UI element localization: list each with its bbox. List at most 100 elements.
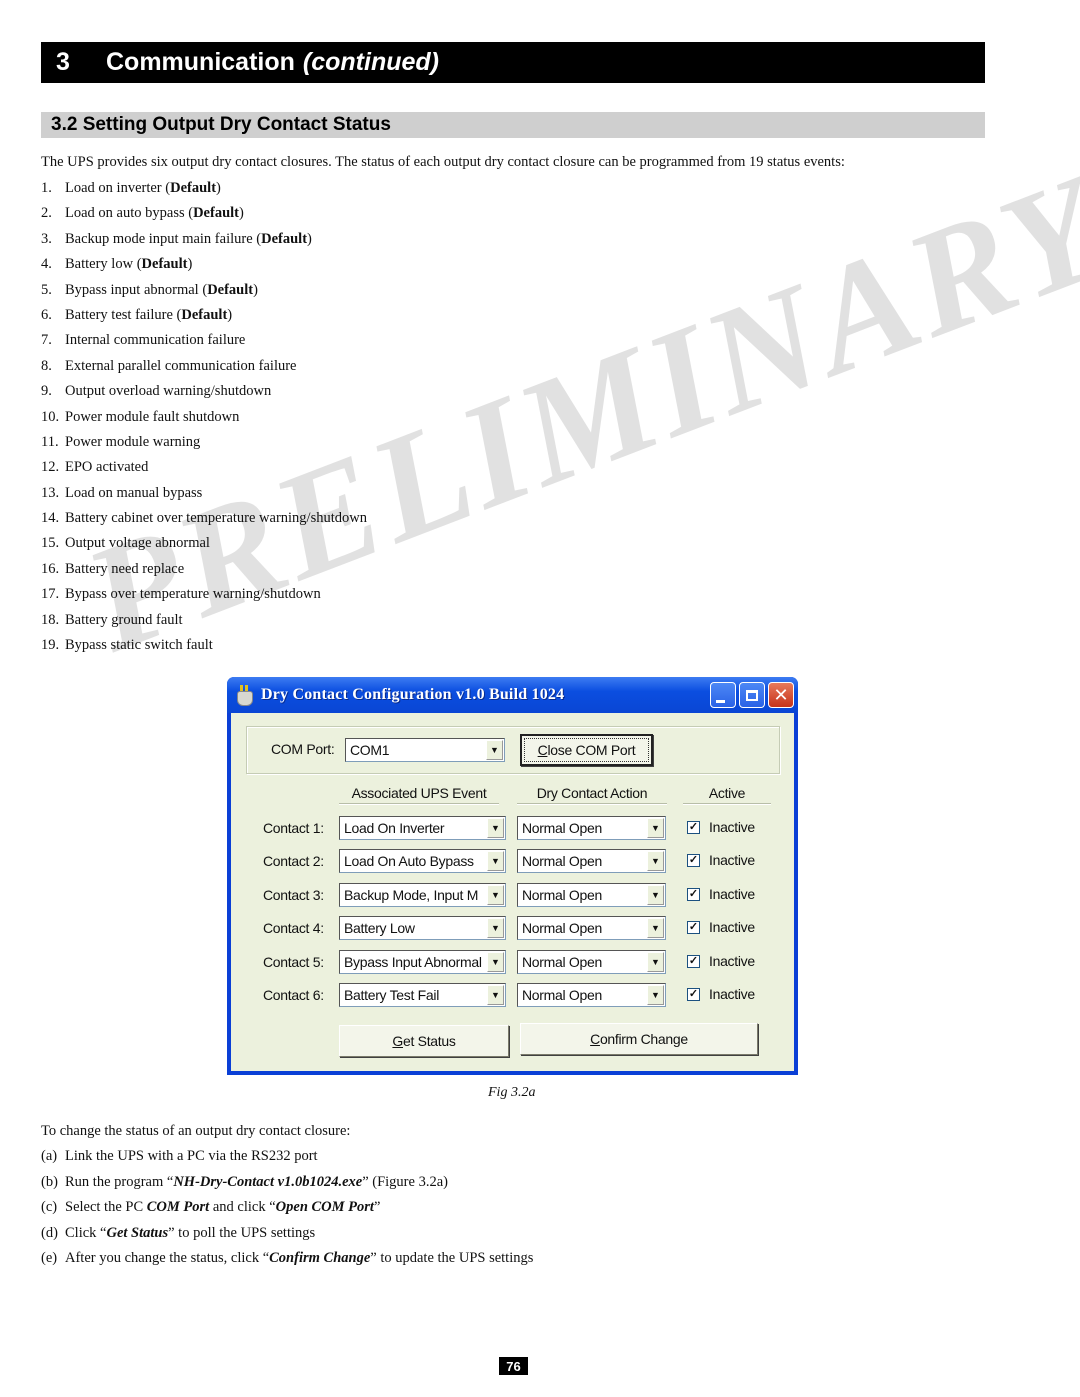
close-com-port-button[interactable]: Close COM Port: [520, 734, 653, 766]
close-button[interactable]: ✕: [768, 682, 794, 708]
contact-event-value: Load On Auto Bypass: [344, 853, 474, 870]
active-checkbox[interactable]: ✓: [687, 887, 700, 901]
active-checkbox[interactable]: ✓: [687, 921, 700, 935]
active-checkbox[interactable]: ✓: [687, 954, 700, 968]
contact-action-select[interactable]: Normal Open ▼: [517, 949, 666, 974]
get-status-label: Get Status: [392, 1033, 456, 1049]
status-event-item: 14. Battery cabinet over temperature warn…: [41, 510, 367, 527]
contact-label: Contact 3:: [263, 886, 324, 903]
contact-action-value: Normal Open: [522, 953, 602, 970]
section-title: 3.2 Setting Output Dry Contact Status: [51, 114, 391, 135]
chevron-down-icon[interactable]: ▼: [487, 985, 504, 1005]
contact-event-select[interactable]: Load On Auto Bypass ▼: [339, 849, 506, 874]
contact-label: Contact 5:: [263, 953, 324, 970]
active-checkbox[interactable]: ✓: [687, 821, 700, 834]
chevron-down-icon[interactable]: ▼: [647, 884, 664, 905]
chevron-down-icon[interactable]: ▼: [487, 918, 504, 939]
contact-action-value: Normal Open: [522, 853, 602, 870]
chevron-down-icon[interactable]: ▼: [647, 818, 664, 838]
status-event-item: 9. Output overload warning/shutdown: [41, 383, 272, 400]
contact-event-select[interactable]: Battery Low ▼: [339, 916, 506, 941]
com-port-select[interactable]: COM1 ▼: [345, 738, 505, 762]
com-port-label: COM Port:: [271, 741, 335, 757]
status-event-item: 2. Load on auto bypass (Default): [41, 205, 244, 222]
chapter-header: 3 Communication (continued): [41, 42, 985, 83]
status-event-item: 7. Internal communication failure: [41, 332, 246, 349]
active-checkbox-label: Inactive: [709, 952, 755, 969]
chapter-title: Communication: [106, 48, 295, 76]
contact-action-select[interactable]: Normal Open ▼: [517, 983, 666, 1007]
active-checkbox-label: Inactive: [709, 852, 755, 869]
active-checkbox[interactable]: ✓: [687, 988, 700, 1001]
confirm-change-button[interactable]: Confirm Change: [520, 1023, 758, 1055]
contact-action-select[interactable]: Normal Open ▼: [517, 882, 666, 907]
step-b: (b) Run the program “NH-Dry-Contact v1.0b…: [41, 1173, 448, 1190]
status-event-item: 19. Bypass static switch fault: [41, 637, 213, 654]
status-event-item: 12. EPO activated: [41, 459, 149, 476]
close-com-port-label: Close COM Port: [537, 742, 636, 758]
status-event-item: 5. Bypass input abnormal (Default): [41, 281, 258, 298]
status-event-item: 1. Load on inverter (Default): [41, 180, 221, 196]
dry-contact-window: Dry Contact Configuration v1.0 Build 102…: [227, 677, 798, 1075]
chevron-down-icon[interactable]: ▼: [487, 851, 504, 872]
chevron-down-icon[interactable]: ▼: [487, 818, 504, 838]
contact-event-select[interactable]: Battery Test Fail ▼: [339, 983, 506, 1007]
contact-label: Contact 1:: [263, 820, 324, 836]
chapter-continued: (continued): [302, 48, 439, 76]
status-event-item: 18. Battery ground fault: [41, 611, 183, 628]
contact-action-select[interactable]: Normal Open ▼: [517, 916, 666, 941]
contact-event-value: Load On Inverter: [344, 820, 445, 836]
checkmark-icon: ✓: [688, 988, 699, 1000]
status-event-item: 10. Power module fault shutdown: [41, 408, 240, 425]
status-event-item: 4. Battery low (Default): [41, 256, 193, 273]
status-events-list: 1. Load on inverter (Default) 2. Load on au…: [41, 180, 367, 662]
contact-action-select[interactable]: Normal Open ▼: [517, 816, 666, 840]
contact-action-value: Normal Open: [522, 886, 602, 903]
maximize-button[interactable]: [739, 682, 765, 708]
instructions: To change the status of an output dry co…: [41, 1123, 533, 1275]
active-checkbox-label: Inactive: [709, 919, 755, 936]
window-title: Dry Contact Configuration v1.0 Build 102…: [261, 686, 565, 703]
step-c: (c) Select the PC COM Port and click “Ope…: [41, 1199, 381, 1216]
plug-app-icon: [235, 685, 253, 706]
window-titlebar[interactable]: Dry Contact Configuration v1.0 Build 102…: [227, 677, 798, 713]
contact-action-value: Normal Open: [522, 820, 602, 836]
header-active: Active: [683, 785, 771, 804]
chevron-down-icon[interactable]: ▼: [487, 951, 504, 972]
status-event-item: 8. External parallel communication failur…: [41, 357, 297, 374]
status-event-item: 15. Output voltage abnormal: [41, 535, 210, 552]
checkmark-icon: ✓: [688, 821, 699, 833]
contact-event-select[interactable]: Load On Inverter ▼: [339, 816, 506, 840]
minimize-button[interactable]: [710, 682, 736, 708]
contact-action-select[interactable]: Normal Open ▼: [517, 849, 666, 874]
contact-event-select[interactable]: Bypass Input Abnormal ▼: [339, 949, 506, 974]
status-event-item: 16. Battery need replace: [41, 560, 185, 577]
intro-paragraph: The UPS provides six output dry contact …: [41, 154, 845, 170]
status-event-item: 3. Backup mode input main failure (Defaul…: [41, 230, 312, 247]
page-number: 76: [499, 1357, 528, 1375]
instructions-lead: To change the status of an output dry co…: [41, 1123, 351, 1139]
contact-action-value: Normal Open: [522, 987, 602, 1003]
status-event-item: 13. Load on manual bypass: [41, 484, 203, 501]
close-icon: ✕: [773, 684, 789, 706]
get-status-button[interactable]: Get Status: [339, 1025, 509, 1057]
contact-label: Contact 4:: [263, 920, 324, 937]
header-dry-contact-action: Dry Contact Action: [517, 785, 667, 804]
checkmark-icon: ✓: [688, 854, 699, 867]
contact-event-value: Bypass Input Abnormal: [344, 953, 482, 970]
chevron-down-icon[interactable]: ▼: [647, 918, 664, 939]
active-checkbox-label: Inactive: [709, 986, 755, 1002]
chevron-down-icon[interactable]: ▼: [647, 851, 664, 872]
chevron-down-icon[interactable]: ▼: [486, 740, 503, 760]
checkmark-icon: ✓: [688, 887, 699, 900]
contact-event-value: Backup Mode, Input M: [344, 886, 479, 903]
status-event-item: 17. Bypass over temperature warning/shutd…: [41, 586, 321, 603]
active-checkbox[interactable]: ✓: [687, 854, 700, 868]
contact-event-value: Battery Test Fail: [344, 987, 440, 1003]
chevron-down-icon[interactable]: ▼: [647, 985, 664, 1005]
chevron-down-icon[interactable]: ▼: [487, 884, 504, 905]
com-port-value: COM1: [350, 742, 390, 758]
chevron-down-icon[interactable]: ▼: [647, 951, 664, 972]
contact-event-select[interactable]: Backup Mode, Input M ▼: [339, 882, 506, 907]
status-event-item: 11. Power module warning: [41, 433, 201, 450]
